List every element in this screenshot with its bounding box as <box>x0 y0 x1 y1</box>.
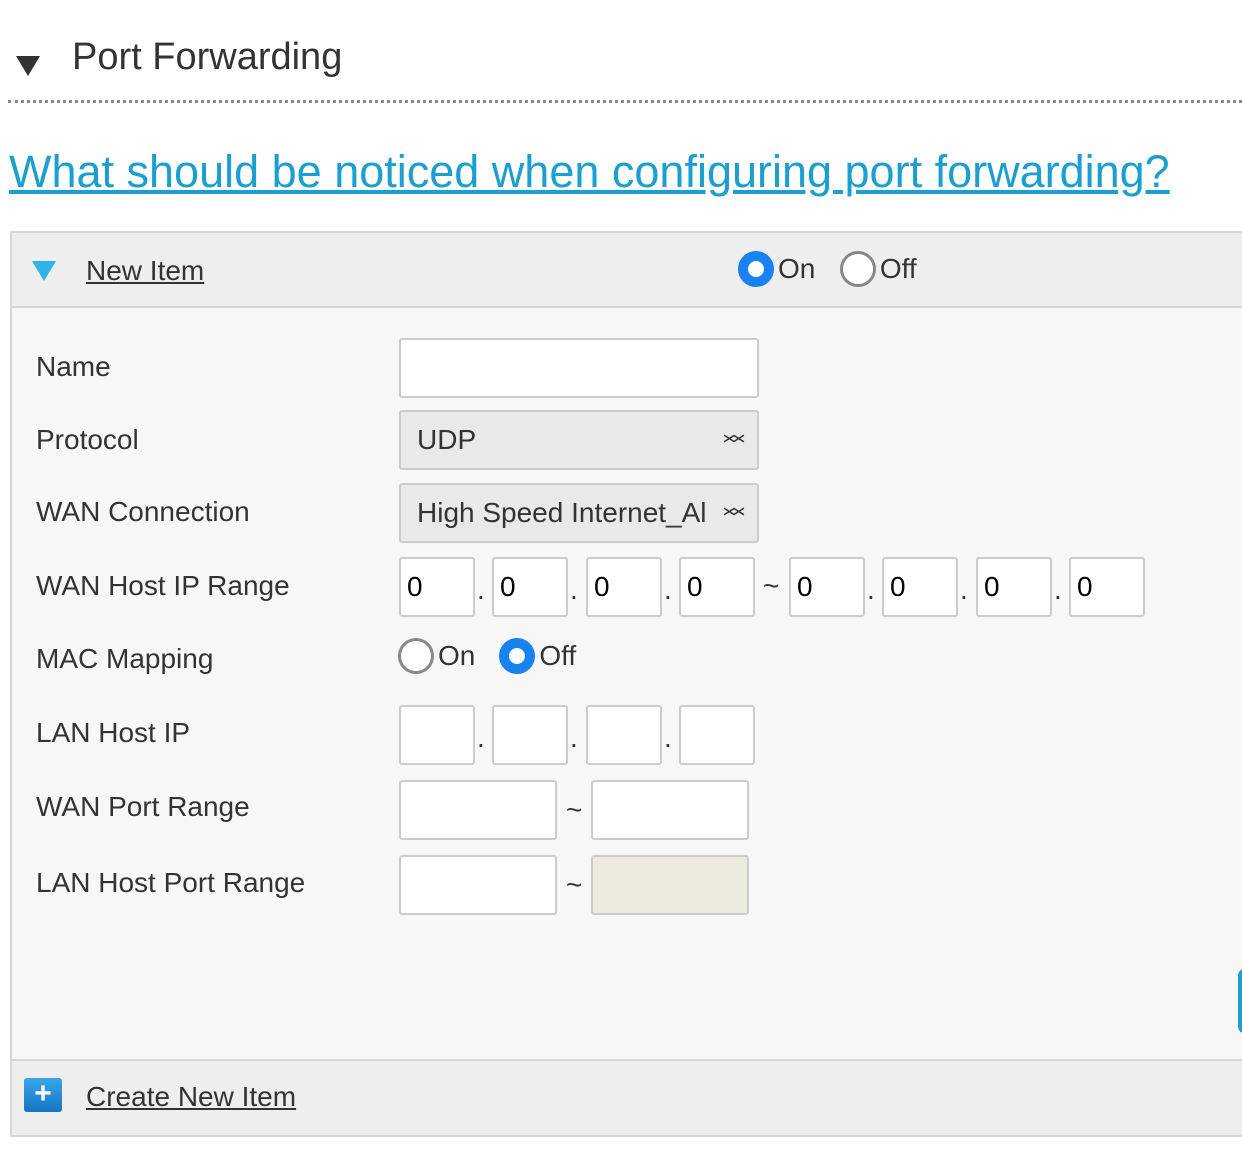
wan-port_label-text: WAN Port Range <box>36 791 250 822</box>
mac-on-label: On <box>438 640 476 671</box>
name-label-text: Name <box>36 351 111 382</box>
wan-port-end-input[interactable] <box>591 780 749 840</box>
item-header: New Item On Off <box>12 233 1242 308</box>
divider <box>8 100 1242 103</box>
wan-ip-octet-input[interactable] <box>976 557 1052 617</box>
mac-label-text: MAC Mapping <box>36 643 214 674</box>
status-off-label: Off <box>879 253 917 284</box>
status-off-radio[interactable] <box>839 251 876 287</box>
item-title-link[interactable]: New Item <box>86 255 204 287</box>
status-on-radio[interactable] <box>738 251 774 287</box>
separator: ~ <box>566 794 583 825</box>
wan-ip-octet-input[interactable] <box>679 557 755 617</box>
lan-port-end-input[interactable] <box>591 855 749 915</box>
wan-ip-octet-input[interactable] <box>399 557 475 617</box>
separator: . <box>960 574 968 605</box>
separator: . <box>477 574 485 605</box>
protocol-select[interactable]: UDP ︿ ﹀ <box>399 410 759 470</box>
expand-triangle-icon[interactable] <box>32 261 56 281</box>
separator: . <box>570 574 578 605</box>
wan-label-text: WAN Connection <box>36 496 250 527</box>
status-radio-group: On Off <box>738 251 917 287</box>
item-footer: + Create New Item <box>12 1059 1242 1135</box>
separator: . <box>867 574 875 605</box>
wan-connection-select[interactable]: High Speed Internet_Al ︿ ﹀ <box>399 483 759 543</box>
updown-chevron-icon: ︿ ﹀ <box>722 494 745 531</box>
status-on-label: On <box>778 253 816 284</box>
wan-ip-octet-input[interactable] <box>492 557 568 617</box>
lan-port_label-text: LAN Host Port Range <box>36 867 306 898</box>
wan-ip-octet-input[interactable] <box>789 557 865 617</box>
side-button[interactable] <box>1238 968 1242 1034</box>
wan-ip-octet-input[interactable] <box>586 557 662 617</box>
plus-icon[interactable]: + <box>24 1078 62 1112</box>
separator: . <box>664 722 672 753</box>
wan-connection-select-value: High Speed Internet_Al <box>417 497 707 528</box>
wan-ip_label-text: WAN Host IP Range <box>36 570 290 601</box>
help-link[interactable]: What should be noticed when configuring … <box>9 146 1170 198</box>
protocol-label-text: Protocol <box>36 424 139 455</box>
create-new-item-link[interactable]: Create New Item <box>86 1081 296 1113</box>
mac-mapping-radio-group: On Off <box>398 638 576 674</box>
updown-chevron-icon: ︿ ﹀ <box>722 421 745 458</box>
wan-ip-octet-input[interactable] <box>1069 557 1145 617</box>
lan-ip_label-text: LAN Host IP <box>36 717 191 748</box>
wan-port-start-input[interactable] <box>399 780 557 840</box>
lan-ip-octet-input[interactable] <box>586 705 662 765</box>
mac-off-label: Off <box>539 640 577 671</box>
separator: . <box>664 574 672 605</box>
separator: ~ <box>566 869 583 900</box>
lan-ip-octet-input[interactable] <box>679 705 755 765</box>
section-title: Port Forwarding <box>72 36 343 78</box>
name-input[interactable] <box>399 338 759 398</box>
mac-off-radio[interactable] <box>499 638 536 674</box>
collapse-triangle-icon[interactable] <box>16 56 40 76</box>
lan-ip-octet-input[interactable] <box>399 705 475 765</box>
separator: ~ <box>763 570 780 601</box>
separator: . <box>1054 574 1062 605</box>
mac-on-radio[interactable] <box>398 638 434 674</box>
lan-port-start-input[interactable] <box>399 855 557 915</box>
separator: . <box>477 722 485 753</box>
wan-ip-octet-input[interactable] <box>882 557 958 617</box>
lan-ip-octet-input[interactable] <box>492 705 568 765</box>
protocol-select-value: UDP <box>417 424 477 455</box>
separator: . <box>570 722 578 753</box>
